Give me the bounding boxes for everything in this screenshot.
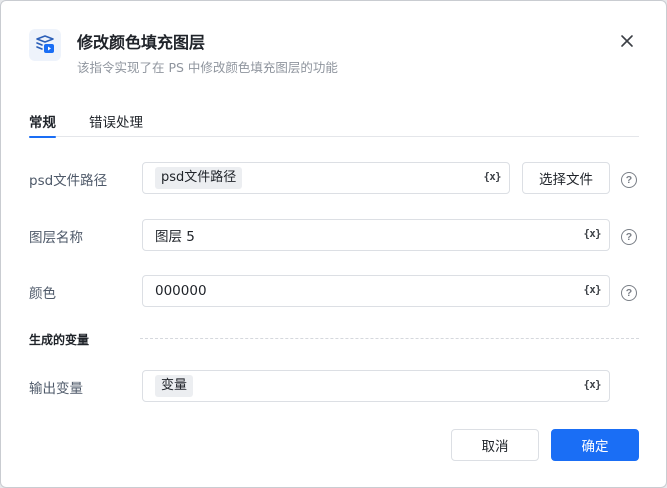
ps-layer-icon (29, 29, 61, 61)
psd-path-variable-chip: psd文件路径 (155, 167, 243, 189)
tab-general[interactable]: 常规 (29, 111, 56, 138)
layer-name-value: 图层 5 (155, 229, 195, 245)
color-label: 颜色 (29, 286, 56, 302)
variable-insert-icon[interactable]: {x} (584, 379, 602, 391)
help-icon[interactable]: ? (621, 229, 637, 245)
confirm-button[interactable]: 确定 (551, 429, 639, 461)
dialog-subtitle: 该指令实现了在 PS 中修改颜色填充图层的功能 (77, 60, 338, 75)
variable-insert-icon[interactable]: {x} (484, 171, 502, 183)
tab-error-handling[interactable]: 错误处理 (89, 111, 143, 137)
variable-insert-icon[interactable]: {x} (584, 284, 602, 296)
layer-name-input[interactable]: 图层 5 {x} (142, 219, 610, 251)
close-button[interactable] (615, 29, 639, 53)
modify-color-fill-layer-dialog: 修改颜色填充图层 该指令实现了在 PS 中修改颜色填充图层的功能 常规 错误处理… (0, 0, 667, 488)
select-file-button[interactable]: 选择文件 (522, 162, 610, 194)
tab-bar: 常规 错误处理 (29, 111, 639, 138)
layer-name-label: 图层名称 (29, 230, 83, 246)
section-divider (140, 338, 639, 339)
output-variable-input[interactable]: 变量 {x} (142, 370, 610, 402)
variable-insert-icon[interactable]: {x} (584, 228, 602, 240)
output-variable-label: 输出变量 (29, 381, 83, 397)
psd-path-input[interactable]: psd文件路径 {x} (142, 162, 510, 194)
output-section-title: 生成的变量 (29, 333, 90, 347)
psd-path-label: psd文件路径 (29, 173, 108, 189)
cancel-button[interactable]: 取消 (451, 429, 539, 461)
color-value: 000000 (155, 283, 207, 299)
output-variable-chip: 变量 (155, 375, 194, 397)
color-input[interactable]: 000000 {x} (142, 275, 610, 307)
help-icon[interactable]: ? (621, 285, 637, 301)
dialog-title: 修改颜色填充图层 (77, 33, 206, 52)
help-icon[interactable]: ? (621, 172, 637, 188)
close-icon (621, 35, 633, 47)
